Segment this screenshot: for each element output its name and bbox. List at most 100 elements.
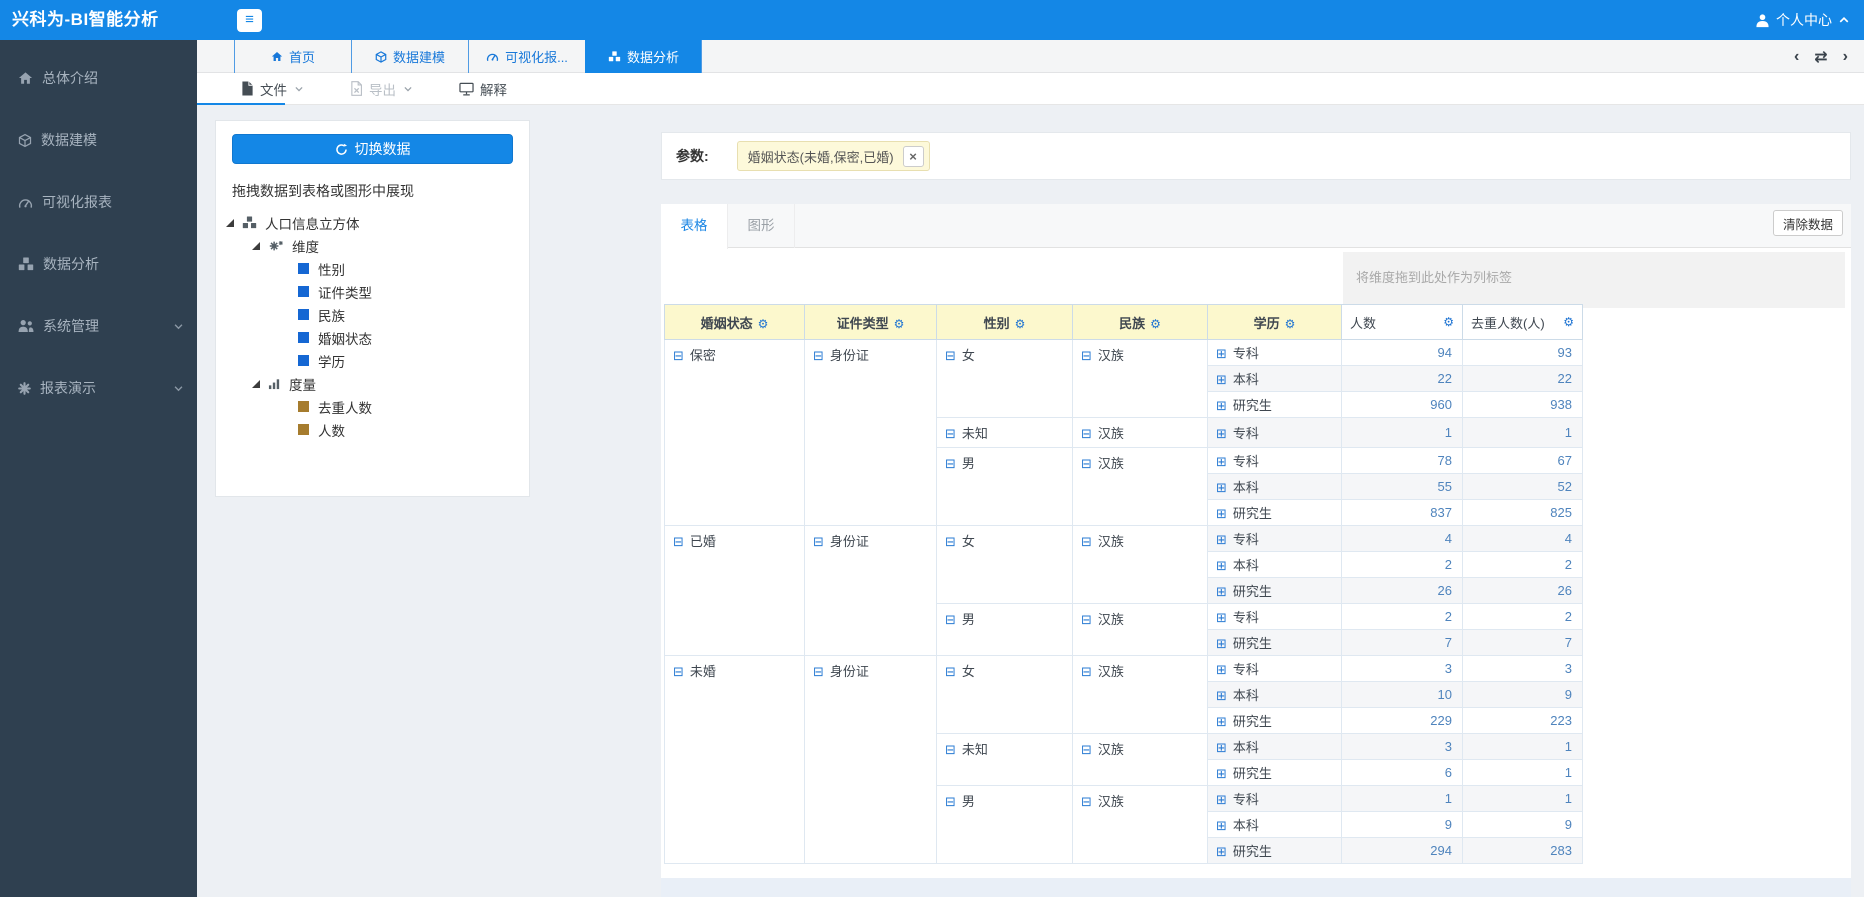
gear-icon[interactable]: ⚙ xyxy=(1285,317,1296,331)
table-scroll-track[interactable] xyxy=(661,878,1851,897)
gender-cell: ⊟ 女 xyxy=(936,655,1073,734)
collapse-minus-icon[interactable]: ⊟ xyxy=(945,612,956,627)
table-row: ⊟ 保密 ⊟ 身份证 ⊟ 女 ⊟ 汉族 ⊞ 专科 94 93 xyxy=(664,339,1583,526)
parameter-tag[interactable]: 婚姻状态(未婚,保密,已婚) × xyxy=(736,141,930,171)
collapse-minus-icon[interactable]: ⊟ xyxy=(945,742,956,757)
file-menu-button[interactable]: 文件 xyxy=(241,79,304,99)
gear-icon[interactable]: ⚙ xyxy=(1150,317,1161,331)
expand-plus-icon[interactable]: ⊞ xyxy=(1216,480,1227,495)
expand-plus-icon[interactable]: ⊞ xyxy=(1216,688,1227,703)
collapse-minus-icon[interactable]: ⊟ xyxy=(813,664,824,679)
tree-node-label: 人数 xyxy=(318,423,345,439)
count-cell: 7 xyxy=(1341,629,1463,656)
education-cell: ⊞ 专科 xyxy=(1207,603,1342,630)
tab-visual-reports[interactable]: 可视化报... xyxy=(468,40,585,73)
collapse-minus-icon[interactable]: ⊟ xyxy=(1081,664,1092,679)
collapse-minus-icon[interactable]: ⊟ xyxy=(1081,426,1092,441)
collapse-minus-icon[interactable]: ⊟ xyxy=(813,534,824,549)
file-icon xyxy=(241,81,254,96)
count-cell: 294 xyxy=(1341,837,1463,864)
collapse-minus-icon[interactable]: ⊟ xyxy=(945,348,956,363)
collapse-minus-icon[interactable]: ⊟ xyxy=(673,534,684,549)
tree-node-2[interactable]: 性别 xyxy=(216,257,529,280)
distinct-count-cell: 67 xyxy=(1462,447,1583,474)
expander-icon[interactable] xyxy=(252,379,260,388)
collapse-minus-icon[interactable]: ⊟ xyxy=(1081,612,1092,627)
tree-node-5[interactable]: 婚姻状态 xyxy=(216,326,529,349)
tree-node-9[interactable]: 人数 xyxy=(216,418,529,441)
expand-plus-icon[interactable]: ⊞ xyxy=(1216,662,1227,677)
tree-node-0[interactable]: 人口信息立方体 xyxy=(216,211,529,234)
tree-node-7[interactable]: 度量 xyxy=(216,372,529,395)
collapse-minus-icon[interactable]: ⊟ xyxy=(673,664,684,679)
expand-plus-icon[interactable]: ⊞ xyxy=(1216,818,1227,833)
tree-node-6[interactable]: 学历 xyxy=(216,349,529,372)
tree-node-8[interactable]: 去重人数 xyxy=(216,395,529,418)
gear-icon[interactable]: ⚙ xyxy=(1443,315,1454,329)
tree-node-4[interactable]: 民族 xyxy=(216,303,529,326)
gear-icon[interactable]: ⚙ xyxy=(758,317,769,331)
close-icon[interactable]: × xyxy=(902,145,924,167)
expand-plus-icon[interactable]: ⊞ xyxy=(1216,532,1227,547)
collapse-minus-icon[interactable]: ⊟ xyxy=(945,534,956,549)
sidebar-item-system-management[interactable]: 系统管理 xyxy=(0,295,197,357)
expand-plus-icon[interactable]: ⊞ xyxy=(1216,346,1227,361)
expand-plus-icon[interactable]: ⊞ xyxy=(1216,610,1227,625)
collapse-minus-icon[interactable]: ⊟ xyxy=(673,348,684,363)
tab-data-analysis[interactable]: 数据分析 xyxy=(585,40,702,73)
sidebar-item-report-demo[interactable]: 报表演示 xyxy=(0,357,197,419)
swap-tabs-icon[interactable]: ⇄ xyxy=(1814,47,1827,67)
prev-tab-icon[interactable]: ‹ xyxy=(1794,48,1799,66)
tree-node-3[interactable]: 证件类型 xyxy=(216,280,529,303)
collapse-minus-icon[interactable]: ⊟ xyxy=(945,426,956,441)
collapse-minus-icon[interactable]: ⊟ xyxy=(1081,348,1092,363)
square-blue-icon xyxy=(298,309,309,320)
cube-icon xyxy=(375,50,387,63)
gear-icon[interactable]: ⚙ xyxy=(1015,317,1026,331)
collapse-minus-icon[interactable]: ⊟ xyxy=(1081,456,1092,471)
tab-table-view[interactable]: 表格 xyxy=(661,204,728,249)
hamburger-icon[interactable]: ≡ xyxy=(237,9,262,32)
expand-plus-icon[interactable]: ⊞ xyxy=(1216,398,1227,413)
pivot-body: ⊟ 保密 ⊟ 身份证 ⊟ 女 ⊟ 汉族 ⊞ 专科 94 93 ⊞ 本科 22 22 ⊞ 研究生 960 938 ⊟ 未知 ⊟… xyxy=(664,339,1583,864)
next-tab-icon[interactable]: › xyxy=(1843,48,1848,66)
expand-plus-icon[interactable]: ⊞ xyxy=(1216,558,1227,573)
collapse-minus-icon[interactable]: ⊟ xyxy=(813,348,824,363)
tab-home[interactable]: 首页 xyxy=(234,40,351,73)
collapse-minus-icon[interactable]: ⊟ xyxy=(945,456,956,471)
expander-icon[interactable] xyxy=(226,218,234,227)
expand-plus-icon[interactable]: ⊞ xyxy=(1216,740,1227,755)
collapse-minus-icon[interactable]: ⊟ xyxy=(1081,534,1092,549)
expand-plus-icon[interactable]: ⊞ xyxy=(1216,426,1227,441)
clear-data-button[interactable]: 清除数据 xyxy=(1772,210,1843,236)
sidebar-item-overview[interactable]: 总体介绍 xyxy=(0,47,197,109)
sidebar-item-data-analysis[interactable]: 数据分析 xyxy=(0,233,197,295)
expand-plus-icon[interactable]: ⊞ xyxy=(1216,372,1227,387)
expand-plus-icon[interactable]: ⊞ xyxy=(1216,792,1227,807)
export-menu-button[interactable]: 导出 xyxy=(350,79,413,99)
gear-icon[interactable]: ⚙ xyxy=(894,317,905,331)
expander-icon[interactable] xyxy=(252,241,260,250)
user-center-button[interactable]: 个人中心 xyxy=(1755,0,1850,40)
tab-chart-view[interactable]: 图形 xyxy=(728,204,795,248)
tab-data-modeling[interactable]: 数据建模 xyxy=(351,40,468,73)
expand-plus-icon[interactable]: ⊞ xyxy=(1216,584,1227,599)
tab-label: 数据建模 xyxy=(392,50,445,65)
collapse-minus-icon[interactable]: ⊟ xyxy=(1081,742,1092,757)
explain-button[interactable]: 解释 xyxy=(459,79,507,99)
sidebar-item-data-modeling[interactable]: 数据建模 xyxy=(0,109,197,171)
expand-plus-icon[interactable]: ⊞ xyxy=(1216,506,1227,521)
column-label-dropzone[interactable]: 将维度拖到此处作为列标签 xyxy=(1343,252,1845,308)
collapse-minus-icon[interactable]: ⊟ xyxy=(1081,794,1092,809)
collapse-minus-icon[interactable]: ⊟ xyxy=(945,664,956,679)
expand-plus-icon[interactable]: ⊞ xyxy=(1216,714,1227,729)
tree-node-1[interactable]: 维度 xyxy=(216,234,529,257)
collapse-minus-icon[interactable]: ⊟ xyxy=(945,794,956,809)
expand-plus-icon[interactable]: ⊞ xyxy=(1216,636,1227,651)
gear-icon[interactable]: ⚙ xyxy=(1563,315,1574,329)
sidebar-item-visual-reports[interactable]: 可视化报表 xyxy=(0,171,197,233)
switch-data-button[interactable]: 切换数据 xyxy=(232,134,513,164)
expand-plus-icon[interactable]: ⊞ xyxy=(1216,766,1227,781)
expand-plus-icon[interactable]: ⊞ xyxy=(1216,454,1227,469)
expand-plus-icon[interactable]: ⊞ xyxy=(1216,844,1227,859)
